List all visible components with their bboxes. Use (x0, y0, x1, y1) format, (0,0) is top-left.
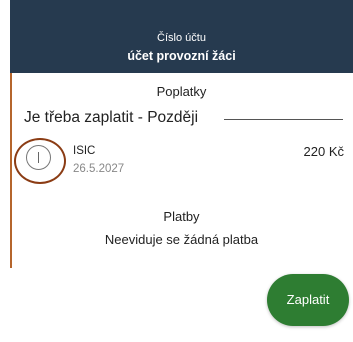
fee-status-text: Je třeba zaplatit - Později (24, 109, 199, 126)
fee-amount: 220 Kč (303, 144, 344, 159)
pay-button[interactable]: Zaplatit (267, 274, 349, 326)
fee-item[interactable]: ISIC 26.5.2027 220 Kč (14, 135, 344, 185)
account-number-label: Číslo účtu (157, 32, 206, 44)
status-divider (224, 119, 343, 120)
fees-section-title: Poplatky (156, 84, 207, 99)
payments-empty-text: Neeviduje se žádná platba (104, 232, 259, 247)
fee-name: ISIC (73, 145, 96, 157)
pending-status-icon[interactable] (26, 145, 51, 170)
fee-due-date: 26.5.2027 (73, 163, 125, 175)
fee-status-header: Je třeba zaplatit - Později (24, 109, 345, 129)
account-header: Číslo účtu účet provozní žáci (10, 0, 353, 73)
payments-section-title: Platby (163, 209, 200, 224)
account-name: účet provozní žáci (127, 49, 236, 63)
